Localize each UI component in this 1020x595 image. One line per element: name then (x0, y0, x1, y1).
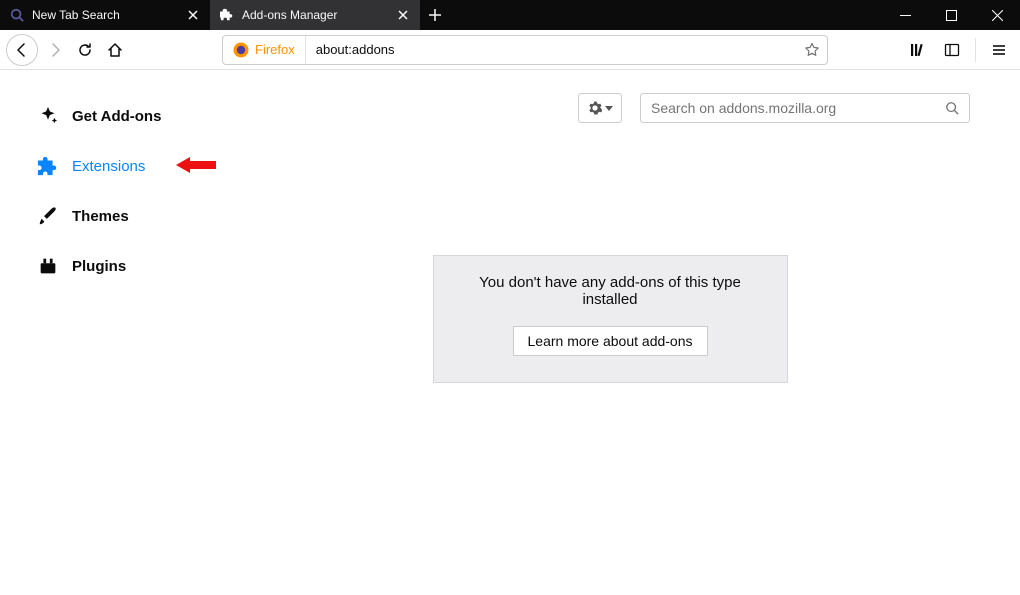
sidebar-item-label: Extensions (72, 158, 145, 175)
plugin-icon (36, 254, 60, 278)
pointer-arrow-icon (176, 156, 216, 179)
categories-sidebar: Get Add-ons Extensions Themes Plugins (0, 70, 250, 595)
close-icon[interactable] (396, 10, 410, 20)
sparkle-icon (36, 104, 60, 128)
window-maximize-button[interactable] (928, 0, 974, 30)
empty-state-message: You don't have any add-ons of this type … (454, 274, 767, 308)
firefox-icon (233, 42, 249, 58)
search-input[interactable] (651, 100, 945, 116)
gear-icon (588, 101, 602, 115)
window-minimize-button[interactable] (882, 0, 928, 30)
hamburger-icon (991, 42, 1007, 58)
sidebar-item-plugins[interactable]: Plugins (36, 250, 250, 282)
search-icon (945, 101, 959, 115)
app-menu-button[interactable] (984, 35, 1014, 65)
separator (975, 38, 976, 62)
sidebar-item-get-addons[interactable]: Get Add-ons (36, 100, 250, 132)
nav-toolbar: Firefox about:addons (0, 30, 1020, 70)
sidebar-icon (944, 42, 960, 58)
addons-search-box[interactable] (640, 93, 970, 123)
header-row (250, 88, 970, 128)
home-button[interactable] (100, 35, 130, 65)
sidebar-item-label: Themes (72, 208, 129, 225)
chevron-down-icon (605, 106, 613, 111)
url-bar[interactable]: Firefox about:addons (222, 35, 828, 65)
library-button[interactable] (903, 35, 933, 65)
window-close-button[interactable] (974, 0, 1020, 30)
url-input[interactable]: about:addons (306, 42, 797, 57)
new-tab-button[interactable] (420, 0, 450, 30)
forward-button[interactable] (40, 35, 70, 65)
window-controls (882, 0, 1020, 30)
sidebar-item-label: Plugins (72, 258, 126, 275)
learn-more-button[interactable]: Learn more about add-ons (513, 326, 708, 356)
search-icon (10, 8, 24, 22)
sidebar-item-extensions[interactable]: Extensions (36, 150, 250, 182)
tab-newtabsearch[interactable]: New Tab Search (0, 0, 210, 30)
tab-label: New Tab Search (32, 8, 186, 22)
identity-box[interactable]: Firefox (223, 36, 306, 64)
bookmark-star-button[interactable] (797, 42, 827, 58)
tab-label: Add-ons Manager (242, 8, 396, 22)
tab-addonsmanager[interactable]: Add-ons Manager (210, 0, 420, 30)
reload-button[interactable] (70, 35, 100, 65)
empty-state-panel: You don't have any add-ons of this type … (433, 255, 788, 383)
close-icon[interactable] (186, 10, 200, 20)
main-pane: You don't have any add-ons of this type … (250, 70, 1020, 595)
brush-icon (36, 204, 60, 228)
identity-label: Firefox (255, 42, 295, 57)
puzzle-icon (36, 154, 60, 178)
tab-strip: New Tab Search Add-ons Manager (0, 0, 1020, 30)
sidebar-item-themes[interactable]: Themes (36, 200, 250, 232)
library-icon (910, 42, 926, 58)
back-button[interactable] (6, 34, 38, 66)
sidebar-button[interactable] (937, 35, 967, 65)
puzzle-icon (220, 8, 234, 22)
tools-menu-button[interactable] (578, 93, 622, 123)
sidebar-item-label: Get Add-ons (72, 108, 161, 125)
addons-page: Get Add-ons Extensions Themes Plugins (0, 70, 1020, 595)
star-icon (804, 42, 820, 58)
